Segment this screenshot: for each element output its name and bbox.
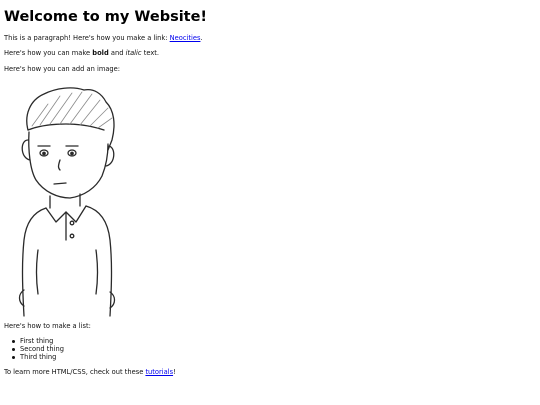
intro-paragraph: This is a paragraph! Here's how you make… (4, 34, 203, 42)
cartoon-boy-image (18, 87, 116, 317)
formatting-end: text. (141, 49, 160, 57)
page-title: Welcome to my Website! (4, 9, 208, 25)
tutorials-link[interactable]: tutorials (145, 368, 173, 376)
list-item: First thing (12, 337, 64, 345)
formatting-and: and (108, 49, 126, 57)
outro-paragraph: To learn more HTML/CSS, check out these … (4, 368, 176, 376)
list-intro-paragraph: Here's how to make a list: (4, 322, 91, 330)
italic-text: italic (125, 49, 142, 57)
bold-text: bold (92, 49, 109, 57)
image-intro-paragraph: Here's how you can add an image: (4, 65, 121, 73)
outro-text: To learn more HTML/CSS, check out these (4, 368, 146, 376)
neocities-link[interactable]: Neocities (170, 34, 201, 42)
list-item: Second thing (12, 345, 64, 353)
formatting-paragraph: Here's how you can make bold and italic … (4, 49, 159, 57)
list-item: Third thing (12, 353, 64, 361)
outro-end: ! (173, 368, 176, 376)
bullet-list: First thing Second thing Third thing (12, 337, 64, 361)
intro-end: . (200, 34, 203, 42)
intro-text: This is a paragraph! Here's how you make… (4, 34, 170, 42)
formatting-text: Here's how you can make (4, 49, 93, 57)
